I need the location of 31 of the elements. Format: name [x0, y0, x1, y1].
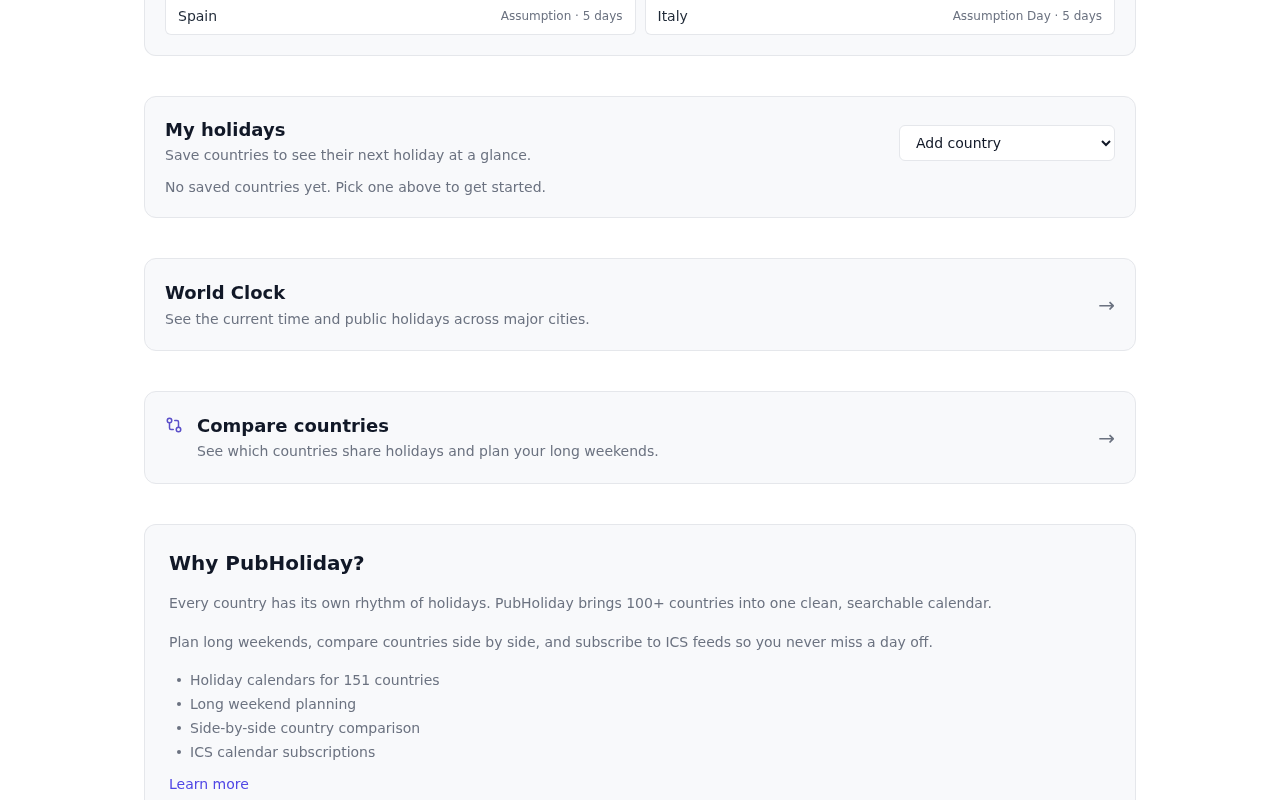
card-title: My holidays [165, 118, 287, 142]
card-title: Compare countries [197, 414, 390, 439]
card-subtitle: Save countries to see their next holiday at a glance. [165, 146, 532, 166]
link-card[interactable]: Compare countries See which countries share holidays and plan your long weekends. → [144, 391, 1136, 484]
country-row[interactable]: Italy Assumption Day · 5 days [644, 0, 1115, 35]
feature-text: ICS calendar subscriptions [190, 743, 376, 760]
bullet-icon [177, 749, 181, 754]
bullet-icon [177, 677, 181, 682]
country-name: Spain [178, 7, 218, 24]
arrow-icon: → [1098, 425, 1115, 450]
holiday-info: Assumption · 5 days [500, 8, 623, 23]
feature-text: Holiday calendars for 151 countries [190, 671, 440, 688]
arrow-icon: → [1098, 292, 1115, 317]
holiday-info: Assumption Day · 5 days [952, 8, 1102, 23]
bullet-icon [177, 725, 181, 730]
country-name: Italy [657, 7, 688, 24]
bullet-icon [177, 701, 181, 706]
feature-text: Long weekend planning [190, 695, 357, 712]
card-description: See the current time and public holidays across major cities. [165, 309, 591, 329]
card-title: World Clock [165, 281, 287, 306]
link-card[interactable]: World Clock See the current time and public holidays across major cities. → [144, 258, 1136, 352]
feature-text: Side-by-side country comparison [190, 719, 421, 736]
add-country-select[interactable]: Add country [899, 125, 1115, 161]
card-title: Why PubHoliday? [169, 549, 366, 577]
description-text: Every country has its own rhythm of holidays. PubHoliday brings 100+ countries into one clean, searchable calendar. [169, 593, 993, 613]
compare-icon [165, 416, 183, 435]
description-text: Plan long weekends, compare countries side by side, and subscribe to ICS feeds so you never miss a day off. [169, 632, 934, 652]
learn-more-link[interactable]: Learn more [169, 775, 249, 793]
card-description: See which countries share holidays and plan your long weekends. [197, 442, 660, 462]
country-row[interactable]: Spain Assumption · 5 days [165, 0, 636, 35]
empty-message: No saved countries yet. Pick one above to get started. [165, 177, 548, 197]
